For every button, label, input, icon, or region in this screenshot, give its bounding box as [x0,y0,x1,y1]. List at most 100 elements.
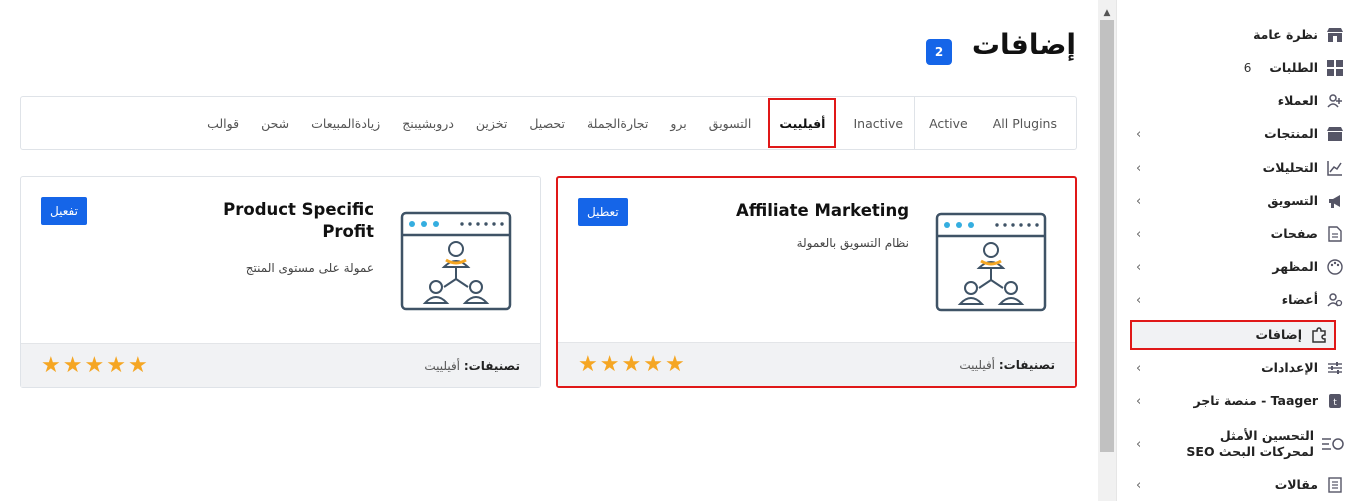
star-icon: ★ [106,352,126,378]
star-icon: ★ [578,351,598,377]
deactivate-button[interactable]: تعطيل [578,198,628,226]
sidebar-item-label: المنتجات [1264,126,1318,141]
affiliate-network-icon [935,212,1047,312]
sidebar-item-seo[interactable]: التحسين الأمثل لمحركات البحث SEO › [1136,424,1344,464]
categories-value: أفيلييت [959,357,996,372]
users-icon [1326,92,1344,110]
chart-icon [1326,159,1344,177]
chevron-icon: › [1136,360,1142,376]
sidebar-item-label: التحسين الأمثل لمحركات البحث SEO [1186,428,1314,459]
sidebar-item-label: التسويق [1267,193,1318,208]
sidebar-item-label: المظهر [1272,259,1318,274]
chevron-icon: › [1136,226,1142,242]
activate-button[interactable]: تفعيل [41,197,87,225]
categories-label: تصنيفات: [463,358,520,373]
puzzle-icon [1310,326,1328,344]
sidebar-item-label: التحليلات [1262,160,1318,175]
grid-icon [1326,59,1344,77]
star-icon: ★ [599,351,620,377]
tab-pro[interactable]: برو [659,116,697,131]
sidebar-item-label: الطلبات [1269,60,1318,75]
tab-dropshipping[interactable]: دروبشيبنج [391,116,465,131]
seo-icon [1322,435,1344,453]
sidebar-item-plugins[interactable]: إضافات [1130,320,1336,350]
star-icon: ★ [127,352,148,378]
plugin-description: عمولة على مستوى المنتج [245,261,374,275]
sidebar-item-label: العملاء [1277,93,1318,108]
members-icon [1326,291,1344,309]
chevron-icon: › [1136,477,1142,493]
categories-value: أفيلييت [424,358,461,373]
sidebar-item-appearance[interactable]: المظهر › [1136,252,1344,282]
card-footer: تصنيفات: أفيلييت ★ ★ ★ ★ ★ [558,342,1075,386]
page-icon [1326,225,1344,243]
rating-stars: ★ ★ ★ ★ ★ [578,351,685,377]
sidebar-item-articles[interactable]: مقالات › [1136,470,1344,500]
sliders-icon [1326,359,1344,377]
sidebar-item-overview[interactable]: نظرة عامة [1136,20,1344,50]
store-icon [1326,26,1344,44]
plugin-description: نظام التسويق بالعمولة [796,236,909,250]
main-content: إضافات 2 All Plugins Active Inactive أفي… [0,0,1098,501]
star-icon: ★ [643,351,663,377]
chevron-icon: › [1136,436,1142,452]
taager-icon: t [1326,392,1344,410]
chevron-icon: › [1136,259,1142,275]
plugin-card: Affiliate Marketing نظام التسويق بالعمول… [556,176,1077,388]
tab-all-plugins[interactable]: All Plugins [982,116,1068,131]
card-footer: تصنيفات: أفيلييت ★ ★ ★ ★ ★ [21,343,540,387]
content-scrollbar[interactable]: ▲ [1098,0,1116,501]
star-icon: ★ [84,352,105,378]
sidebar-item-products[interactable]: المنتجات › [1136,119,1344,149]
sidebar-item-customers[interactable]: العملاء [1136,86,1344,116]
megaphone-icon [1326,192,1344,210]
star-icon: ★ [41,352,61,378]
affiliate-network-icon [400,211,512,311]
scroll-thumb[interactable] [1100,20,1114,452]
tab-themes[interactable]: قوالب [196,116,250,131]
sidebar-item-marketing[interactable]: التسويق › [1136,186,1344,216]
categories: تصنيفات: أفيلييت [959,358,1055,372]
sidebar-item-label: إضافات [1255,327,1303,342]
tab-wholesale[interactable]: تجارةالجملة [576,116,659,131]
sidebar-item-analytics[interactable]: التحليلات › [1136,153,1344,183]
star-icon: ★ [621,351,642,377]
scroll-up-arrow-icon[interactable]: ▲ [1098,6,1116,20]
sidebar: نظرة عامة الطلبات 6 العملاء المنتجات › ا… [1116,0,1364,501]
sidebar-item-members[interactable]: أعضاء › [1136,285,1344,315]
tab-shipping[interactable]: شحن [250,116,300,131]
plugin-count-badge: 2 [926,39,952,65]
tab-marketing[interactable]: التسويق [698,116,763,131]
article-icon [1326,476,1344,494]
tab-collection[interactable]: تحصيل [518,116,576,131]
chevron-icon: › [1136,393,1142,409]
tab-inactive[interactable]: Inactive [842,116,914,131]
sidebar-item-label: صفحات [1270,226,1318,241]
categories: تصنيفات: أفيلييت [424,359,520,373]
star-icon: ★ [62,352,83,378]
tab-storage[interactable]: تخزين [465,116,518,131]
sidebar-item-label: أعضاء [1281,292,1318,307]
sidebar-item-label: مقالات [1274,477,1318,492]
palette-icon [1326,258,1344,276]
sidebar-item-settings[interactable]: الإعدادات › [1136,353,1344,383]
star-icon: ★ [664,351,685,377]
tab-upsell[interactable]: زيادةالمبيعات [300,116,391,131]
tab-affiliate[interactable]: أفيلييت [768,98,837,148]
orders-count-badge: 6 [1243,61,1252,75]
categories-label: تصنيفات: [998,357,1055,372]
sidebar-item-pages[interactable]: صفحات › [1136,219,1344,249]
tab-active[interactable]: Active [914,97,982,149]
sidebar-item-label: الإعدادات [1261,360,1318,375]
svg-text:t: t [1333,398,1337,408]
chevron-icon: › [1136,126,1142,142]
plugin-title: Affiliate Marketing [736,201,909,220]
sidebar-item-taager[interactable]: t Taager - منصة تاجر › [1136,386,1344,416]
page-title: إضافات [971,28,1076,61]
rating-stars: ★ ★ ★ ★ ★ [41,352,148,378]
plugin-card: Product Specific Profit عمولة على مستوى … [20,176,541,388]
sidebar-item-label: Taager - منصة تاجر [1193,393,1318,408]
sidebar-item-orders[interactable]: الطلبات 6 [1136,53,1344,83]
shop-icon [1326,125,1344,143]
plugin-title: Product Specific Profit [223,200,374,241]
